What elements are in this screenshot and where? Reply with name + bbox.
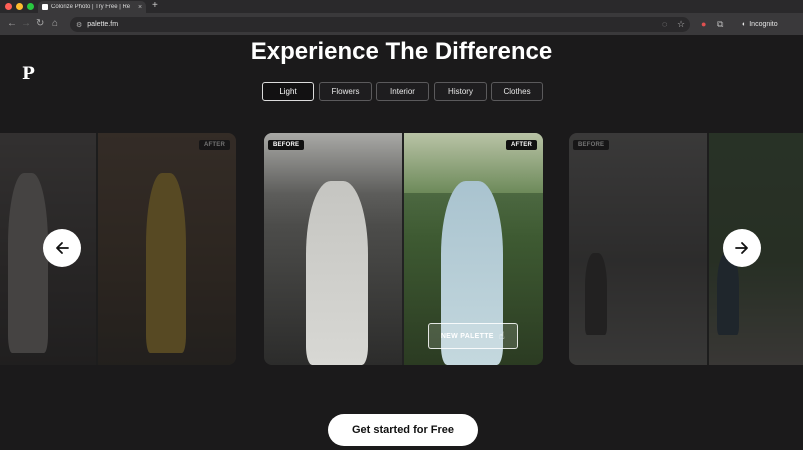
new-palette-label: NEW PALETTE <box>440 332 494 340</box>
eye-off-icon[interactable]: ◌ <box>662 18 667 30</box>
after-badge: AFTER <box>506 140 537 150</box>
bookmark-star-icon[interactable]: ☆ <box>677 18 685 30</box>
hand-pointer-icon: ☝ <box>498 330 506 342</box>
incognito-icon: ◐ <box>742 21 747 28</box>
back-icon[interactable]: ← <box>7 17 17 31</box>
browser-tab[interactable]: Colorize Photo | Try Free | Re × <box>38 1 146 13</box>
url-text: palette.fm <box>87 21 119 28</box>
close-window-icon[interactable] <box>5 3 12 10</box>
arrow-right-icon <box>735 242 748 254</box>
filter-clothes[interactable]: Clothes <box>491 82 543 101</box>
slider-divider[interactable] <box>402 133 404 365</box>
comparison-card-next[interactable]: BEFORE <box>569 133 803 365</box>
browser-tab-strip: Colorize Photo | Try Free | Re × + <box>0 0 803 13</box>
address-bar[interactable]: ⚙ palette.fm <box>70 17 690 32</box>
tab-close-icon[interactable]: × <box>138 4 142 11</box>
reload-icon[interactable]: ↻ <box>36 17 44 31</box>
comparison-card-previous[interactable]: AFTER <box>0 133 236 365</box>
new-tab-icon[interactable]: + <box>152 0 158 12</box>
new-palette-button[interactable]: NEW PALETTE ☝ <box>428 323 518 349</box>
filter-light[interactable]: Light <box>262 82 314 101</box>
slider-divider[interactable] <box>707 133 709 365</box>
filter-flowers[interactable]: Flowers <box>319 82 372 101</box>
incognito-indicator[interactable]: ◐ Incognito <box>742 18 778 31</box>
arrow-left-icon <box>56 242 69 254</box>
before-image <box>264 133 403 365</box>
minimize-window-icon[interactable] <box>16 3 23 10</box>
extensions-puzzle-icon[interactable]: ⧉ <box>717 18 723 30</box>
site-info-icon[interactable]: ⚙ <box>76 21 82 29</box>
slider-divider[interactable] <box>96 133 98 365</box>
page-title: Experience The Difference <box>250 38 553 65</box>
home-icon[interactable]: ⌂ <box>52 17 58 31</box>
comparison-card-current[interactable]: BEFORE AFTER NEW PALETTE ☝ <box>264 133 543 365</box>
filter-history[interactable]: History <box>434 82 487 101</box>
after-image <box>98 133 236 365</box>
before-badge: BEFORE <box>573 140 610 150</box>
before-image <box>569 133 708 365</box>
incognito-label: Incognito <box>749 21 778 28</box>
browser-toolbar: ← → ↻ ⌂ ⚙ palette.fm ◌ ☆ ● ⧉ ◐ Incognito <box>0 13 803 35</box>
before-badge: BEFORE <box>268 140 305 150</box>
next-arrow-button[interactable] <box>723 229 761 267</box>
filter-interior[interactable]: Interior <box>376 82 429 101</box>
page-content: P Experience The Difference Light Flower… <box>0 35 803 450</box>
forward-icon[interactable]: → <box>21 17 31 31</box>
maximize-window-icon[interactable] <box>27 3 34 10</box>
previous-arrow-button[interactable] <box>43 229 81 267</box>
tab-title: Colorize Photo | Try Free | Re <box>51 4 131 10</box>
get-started-button[interactable]: Get started for Free <box>328 414 478 446</box>
site-favicon-icon <box>42 4 48 10</box>
after-badge: AFTER <box>199 140 230 150</box>
extension-icon[interactable]: ● <box>701 18 706 30</box>
site-logo[interactable]: P <box>22 64 35 84</box>
